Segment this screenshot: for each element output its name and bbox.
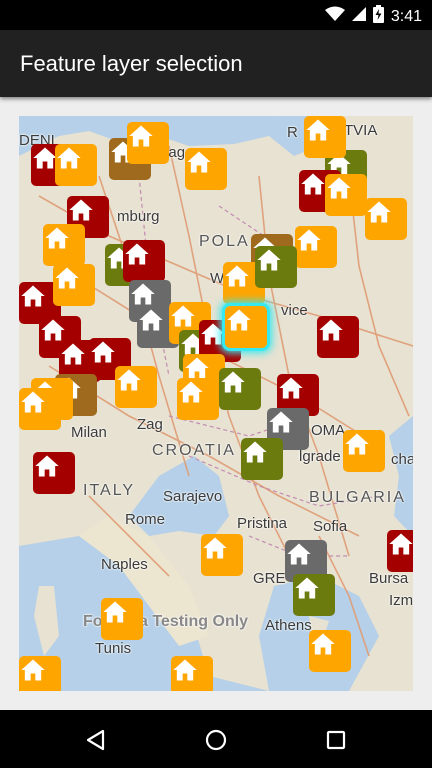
feature-marker[interactable]	[255, 246, 297, 288]
recents-icon[interactable]	[322, 726, 350, 754]
feature-marker[interactable]	[19, 656, 61, 691]
status-bar: 3:41	[0, 0, 432, 30]
map-view[interactable]: DENI TVIA R penhagen mburg POLA W vice M…	[19, 116, 413, 691]
feature-marker[interactable]	[177, 378, 219, 420]
label-tunis: Tunis	[95, 640, 132, 657]
feature-marker[interactable]	[309, 630, 351, 672]
label-sarajevo: Sarajevo	[163, 488, 223, 505]
label-latvia: TVIA	[344, 122, 378, 139]
feature-marker[interactable]	[201, 534, 243, 576]
label-bursa: Bursa	[369, 570, 409, 587]
label-rome: Rome	[125, 511, 166, 528]
feature-marker[interactable]	[343, 430, 385, 472]
label-naples: Naples	[101, 556, 148, 573]
label-poland: POLA	[199, 233, 250, 250]
feature-marker[interactable]	[123, 240, 165, 282]
label-vilnius: vice	[281, 302, 308, 319]
feature-marker[interactable]	[127, 122, 169, 164]
label-hamburg: mburg	[117, 208, 160, 225]
label-croatia: CROATIA	[152, 442, 236, 459]
label-cha: cha	[391, 451, 413, 468]
cell-signal-icon	[351, 6, 366, 27]
feature-marker[interactable]	[317, 316, 359, 358]
label-r: R	[287, 124, 298, 141]
feature-marker[interactable]	[295, 226, 337, 268]
label-bulgaria: BULGARIA	[309, 489, 406, 506]
label-sofia: Sofia	[313, 518, 348, 535]
feature-marker[interactable]	[219, 368, 261, 410]
feature-marker[interactable]	[43, 224, 85, 266]
label-athens: Athens	[265, 617, 312, 634]
label-zagreb: Zag	[137, 416, 163, 433]
app-title: Feature layer selection	[20, 51, 243, 76]
label-milan: Milan	[71, 424, 107, 441]
label-romania: OMA	[311, 422, 346, 439]
feature-marker[interactable]	[33, 452, 75, 494]
app-bar: Feature layer selection	[0, 30, 432, 97]
feature-marker[interactable]	[304, 116, 346, 158]
status-time: 3:41	[390, 7, 422, 25]
feature-marker[interactable]	[185, 148, 227, 190]
feature-marker[interactable]	[365, 198, 407, 240]
label-pristina: Pristina	[237, 515, 288, 532]
wifi-icon	[324, 6, 345, 27]
battery-charging-icon	[372, 5, 384, 28]
feature-marker[interactable]	[101, 598, 143, 640]
navigation-bar	[0, 710, 432, 768]
feature-marker[interactable]	[241, 438, 283, 480]
label-izmir: Izm	[389, 592, 413, 609]
label-italy: ITALY	[83, 482, 136, 499]
feature-marker[interactable]	[171, 656, 213, 691]
selected-feature-marker[interactable]	[225, 306, 267, 348]
feature-marker[interactable]	[293, 574, 335, 616]
label-belgrade: lgrade	[299, 448, 341, 465]
feature-marker[interactable]	[115, 366, 157, 408]
home-icon[interactable]	[202, 726, 230, 754]
back-icon[interactable]	[82, 726, 110, 754]
feature-marker[interactable]	[53, 264, 95, 306]
feature-marker[interactable]	[387, 530, 413, 572]
label-greece: GRE	[253, 570, 286, 587]
feature-marker[interactable]	[19, 388, 61, 430]
feature-marker[interactable]	[55, 144, 97, 186]
feature-marker[interactable]	[325, 174, 367, 216]
